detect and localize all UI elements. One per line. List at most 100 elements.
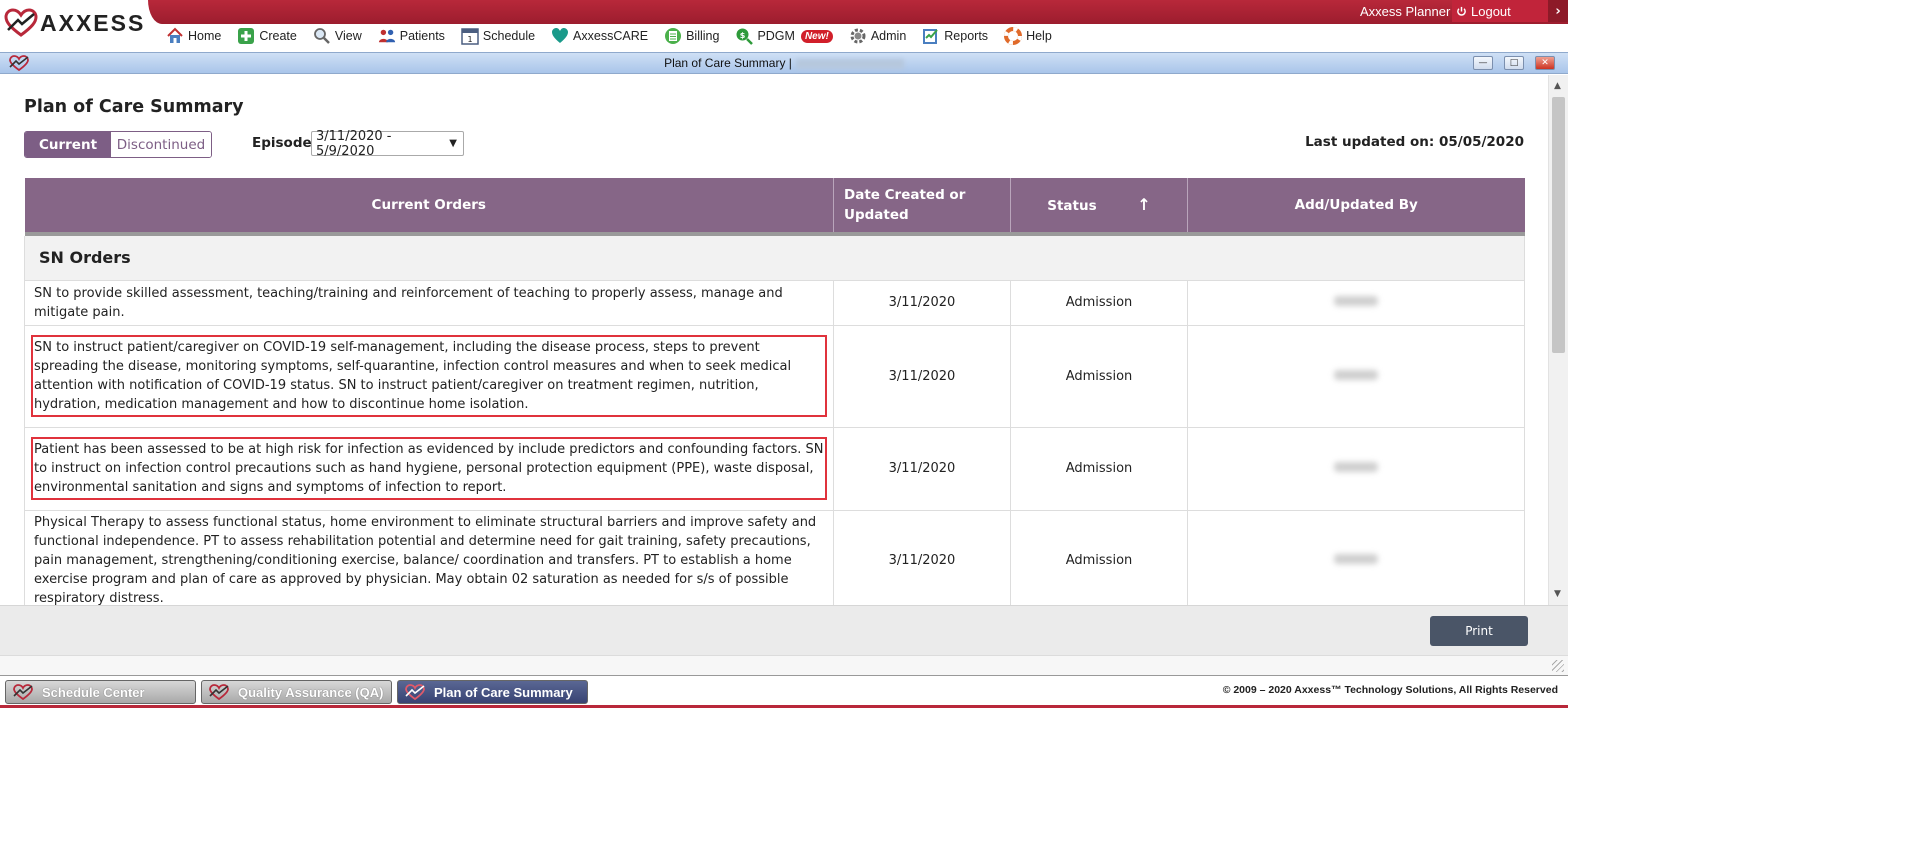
table-row: Physical Therapy to assess functional st… bbox=[24, 509, 1525, 606]
nav-help-label: Help bbox=[1026, 29, 1052, 43]
table-header-row: Current Orders Date Created or Updated S… bbox=[24, 178, 1525, 232]
top-header: AXXESS Axxess Planner Logout › Home Crea… bbox=[0, 0, 1568, 49]
nav-create-label: Create bbox=[259, 29, 297, 43]
column-header-current-orders[interactable]: Current Orders bbox=[24, 178, 834, 232]
calculator-icon bbox=[664, 27, 682, 45]
group-row-sn-orders: SN Orders bbox=[24, 236, 1525, 281]
column-header-status[interactable]: Status ↑ bbox=[1010, 178, 1188, 232]
added-by-cell bbox=[1187, 324, 1525, 428]
nav-home-label: Home bbox=[188, 29, 222, 43]
redacted-patient-name bbox=[795, 58, 904, 69]
status-cell: Admission bbox=[1010, 279, 1188, 326]
nav-pdgm[interactable]: $ PDGM New! bbox=[735, 27, 833, 45]
heart-icon bbox=[551, 27, 569, 45]
main-navigation: Home Create View Patients 1 Schedule Axx… bbox=[166, 25, 1068, 47]
taskbar-tab-label: Schedule Center bbox=[42, 684, 145, 700]
magnifier-icon bbox=[313, 27, 331, 45]
added-by-cell bbox=[1187, 426, 1525, 511]
episode-selected-value: 3/11/2020 - 5/9/2020 bbox=[316, 128, 392, 159]
added-by-cell bbox=[1187, 509, 1525, 605]
nav-help[interactable]: Help bbox=[1004, 27, 1052, 45]
nav-billing[interactable]: Billing bbox=[664, 27, 719, 45]
scroll-down-arrow-icon[interactable]: ▼ bbox=[1554, 589, 1561, 599]
print-button[interactable]: Print bbox=[1430, 616, 1528, 646]
date-cell: 3/11/2020 bbox=[833, 426, 1011, 511]
minimize-button[interactable]: — bbox=[1473, 56, 1493, 70]
sort-ascending-icon: ↑ bbox=[1137, 194, 1151, 214]
order-cell: SN to instruct patient/caregiver on COVI… bbox=[24, 324, 834, 428]
taskbar-tab-label: Quality Assurance (QA) bbox=[238, 684, 384, 700]
nav-reports-label: Reports bbox=[944, 29, 989, 43]
nav-billing-label: Billing bbox=[686, 29, 720, 43]
copyright-text: © 2009 – 2020 Axxess™ Technology Solutio… bbox=[1222, 684, 1558, 696]
maximize-button[interactable]: □ bbox=[1504, 56, 1524, 70]
taskbar-tab-plan-of-care-summary[interactable]: Plan of Care Summary bbox=[397, 680, 588, 704]
window-title-text: Plan of Care Summary | bbox=[664, 56, 792, 70]
close-button[interactable]: ✕ bbox=[1535, 56, 1555, 70]
date-cell: 3/11/2020 bbox=[833, 324, 1011, 428]
nav-axxesscare-label: AxxessCARE bbox=[573, 29, 649, 43]
scroll-up-arrow-icon[interactable]: ▲ bbox=[1554, 81, 1561, 91]
nav-patients-label: Patients bbox=[399, 29, 445, 43]
maximize-icon: □ bbox=[1509, 58, 1519, 68]
column-header-label: Date Created or Updated bbox=[844, 187, 966, 223]
table-row: SN to provide skilled assessment, teachi… bbox=[24, 279, 1525, 326]
axxess-tab-icon bbox=[209, 684, 229, 700]
current-toggle-button[interactable]: Current bbox=[25, 132, 111, 157]
nav-reports[interactable]: Reports bbox=[922, 27, 988, 45]
lifebuoy-icon bbox=[1004, 27, 1023, 45]
axxess-tab-icon bbox=[13, 684, 33, 700]
nav-schedule-label: Schedule bbox=[482, 29, 536, 43]
table-row: SN to instruct patient/caregiver on COVI… bbox=[24, 324, 1525, 428]
orders-table: Current Orders Date Created or Updated S… bbox=[24, 178, 1525, 605]
gear-icon bbox=[849, 27, 867, 45]
added-by-cell bbox=[1187, 279, 1525, 326]
new-badge: New! bbox=[800, 29, 833, 43]
column-header-added-by[interactable]: Add/Updated By bbox=[1187, 178, 1525, 232]
taskbar-tab-schedule-center[interactable]: Schedule Center bbox=[5, 680, 196, 704]
planner-link[interactable]: Axxess Planner bbox=[1360, 4, 1450, 19]
table-row: Patient has been assessed to be at high … bbox=[24, 426, 1525, 511]
taskbar-tab-label: Plan of Care Summary bbox=[434, 684, 573, 700]
nav-patients[interactable]: Patients bbox=[378, 27, 445, 45]
axxess-heart-logo-icon bbox=[4, 8, 38, 37]
report-icon bbox=[922, 27, 940, 45]
people-icon bbox=[378, 27, 396, 45]
nav-view[interactable]: View bbox=[313, 27, 362, 45]
svg-text:1: 1 bbox=[467, 35, 472, 44]
page-title: Plan of Care Summary bbox=[24, 97, 244, 117]
order-cell: Patient has been assessed to be at high … bbox=[24, 426, 834, 511]
button-bar: Print bbox=[0, 605, 1568, 655]
taskbar-tab-quality-assurance[interactable]: Quality Assurance (QA) bbox=[201, 680, 392, 704]
order-text: Physical Therapy to assess functional st… bbox=[34, 514, 817, 606]
axxess-logo[interactable]: AXXESS bbox=[4, 6, 145, 40]
svg-text:$: $ bbox=[740, 31, 746, 40]
nav-create[interactable]: Create bbox=[237, 27, 297, 45]
power-icon bbox=[1457, 6, 1466, 16]
current-discontinued-toggle: Current Discontinued bbox=[24, 131, 212, 158]
nav-axxesscare[interactable]: AxxessCARE bbox=[551, 27, 648, 45]
chevron-right-icon[interactable]: › bbox=[1548, 0, 1568, 22]
scrollbar-thumb[interactable] bbox=[1552, 97, 1565, 353]
window-title: Plan of Care Summary | bbox=[0, 56, 1568, 70]
redacted-user-name bbox=[1334, 553, 1378, 564]
date-cell: 3/11/2020 bbox=[833, 279, 1011, 326]
redacted-user-name bbox=[1334, 369, 1378, 380]
column-header-date[interactable]: Date Created or Updated bbox=[833, 178, 1011, 232]
nav-home[interactable]: Home bbox=[166, 27, 221, 45]
nav-schedule[interactable]: 1 Schedule bbox=[461, 27, 535, 45]
order-text: SN to provide skilled assessment, teachi… bbox=[34, 285, 783, 320]
window-taskbar: Schedule Center Quality Assurance (QA) P… bbox=[0, 675, 1568, 708]
episode-label: Episode: bbox=[252, 135, 318, 151]
resize-grip-icon[interactable] bbox=[1552, 660, 1564, 672]
calendar-icon: 1 bbox=[461, 27, 479, 45]
nav-admin[interactable]: Admin bbox=[849, 27, 906, 45]
discontinued-toggle-button[interactable]: Discontinued bbox=[111, 132, 211, 157]
vertical-scrollbar[interactable]: ▲ ▼ bbox=[1548, 75, 1568, 605]
plus-icon bbox=[237, 27, 255, 45]
minimize-icon: — bbox=[1478, 58, 1488, 68]
window-status-strip bbox=[0, 655, 1568, 675]
logout-button[interactable]: Logout bbox=[1452, 0, 1548, 22]
last-updated-date: Last updated on: 05/05/2020 bbox=[1305, 134, 1524, 150]
episode-select[interactable]: 3/11/2020 - 5/9/2020 ▼ bbox=[311, 128, 464, 159]
